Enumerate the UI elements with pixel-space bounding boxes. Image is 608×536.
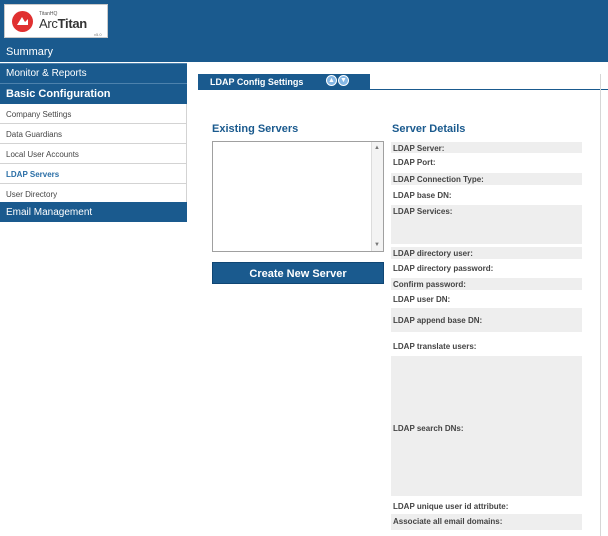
server-details-title: Server Details bbox=[392, 123, 466, 135]
brand-version: v5.0 bbox=[94, 32, 102, 37]
existing-servers-title: Existing Servers bbox=[212, 123, 299, 135]
ldap-user-dn-label: LDAP user DN: bbox=[393, 295, 451, 304]
ldap-port-label: LDAP Port: bbox=[393, 158, 436, 167]
ldap-search-dns-label: LDAP search DNs: bbox=[393, 424, 464, 433]
create-new-server-button[interactable]: Create New Server bbox=[212, 262, 384, 284]
ldap-translate-users-label: LDAP translate users: bbox=[393, 342, 477, 351]
arctitan-logo-icon bbox=[12, 11, 33, 32]
ldap-unique-user-id-label: LDAP unique user id attribute: bbox=[393, 502, 509, 511]
nav-data-guardians[interactable]: Data Guardians bbox=[0, 124, 187, 144]
nav-email-management[interactable]: Email Management bbox=[0, 202, 187, 222]
ldap-connection-type-label: LDAP Connection Type: bbox=[393, 175, 484, 184]
ldap-directory-password-label: LDAP directory password: bbox=[393, 264, 494, 273]
brand-name: ArcTitan bbox=[39, 16, 87, 31]
move-down-icon[interactable]: ▼ bbox=[338, 75, 349, 86]
confirm-password-label: Confirm password: bbox=[393, 280, 466, 289]
nav-user-directory[interactable]: User Directory bbox=[0, 184, 187, 204]
scroll-down-icon[interactable]: ▼ bbox=[374, 242, 380, 248]
tab-divider bbox=[198, 89, 608, 90]
nav-summary[interactable]: Summary bbox=[0, 42, 187, 63]
ldap-directory-user-label: LDAP directory user: bbox=[393, 249, 473, 258]
ldap-services-label: LDAP Services: bbox=[393, 207, 453, 216]
move-up-icon[interactable]: ▲ bbox=[326, 75, 337, 86]
scroll-up-icon[interactable]: ▲ bbox=[374, 145, 380, 151]
ldap-base-dn-label: LDAP base DN: bbox=[393, 191, 452, 200]
nav-monitor-reports[interactable]: Monitor & Reports bbox=[0, 63, 187, 83]
nav-company-settings[interactable]: Company Settings bbox=[0, 104, 187, 124]
content-border bbox=[600, 74, 601, 536]
nav-local-user-accounts[interactable]: Local User Accounts bbox=[0, 144, 187, 164]
nav-ldap-servers[interactable]: LDAP Servers bbox=[0, 164, 187, 184]
server-list-scrollbar[interactable]: ▲ ▼ bbox=[371, 142, 383, 251]
brand-logo[interactable]: TitanHQ ArcTitan v5.0 bbox=[4, 4, 108, 38]
ldap-append-base-dn-label: LDAP append base DN: bbox=[393, 316, 483, 325]
nav-basic-configuration[interactable]: Basic Configuration bbox=[0, 83, 187, 104]
ldap-server-label: LDAP Server: bbox=[393, 144, 445, 153]
existing-servers-list[interactable]: ▲ ▼ bbox=[212, 141, 384, 252]
associate-email-domains-label: Associate all email domains: bbox=[393, 517, 503, 526]
